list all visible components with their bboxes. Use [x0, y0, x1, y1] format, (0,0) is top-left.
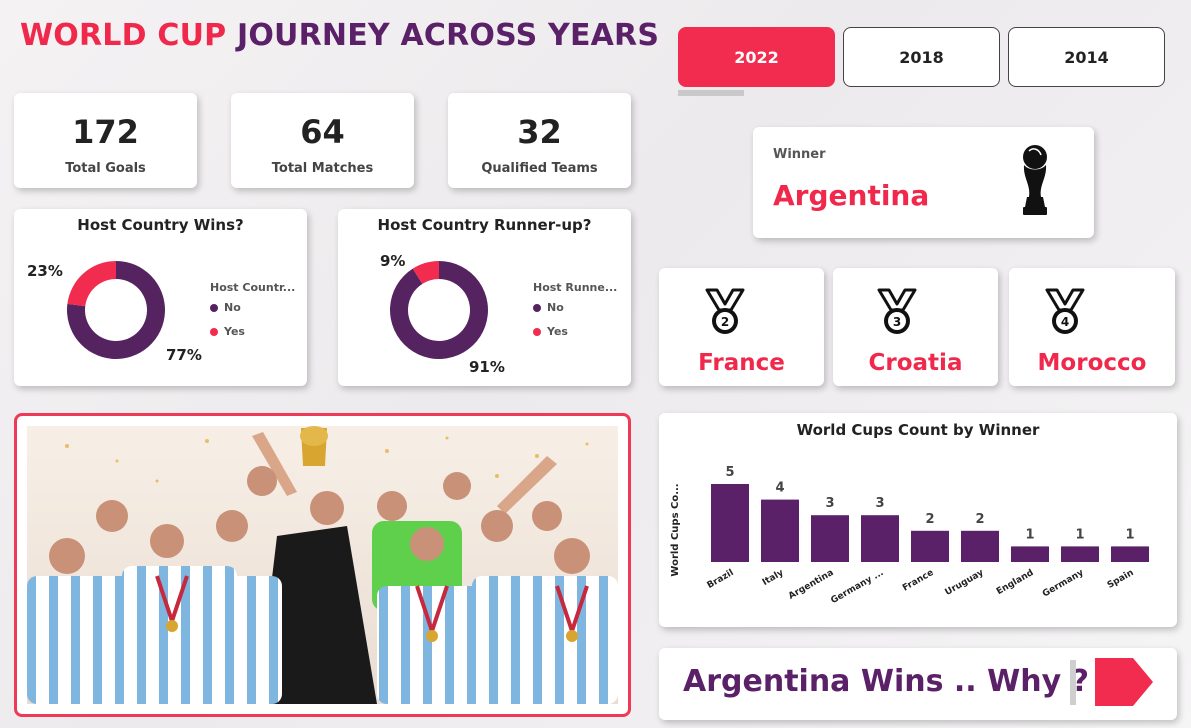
host-runnerup-yes-pct: 9% — [380, 252, 406, 270]
host-runnerup-card: Host Country Runner-up? 9% 91% Host Runn… — [338, 209, 631, 386]
bar-value-label: 4 — [775, 481, 784, 496]
medal-icon: 4 — [1045, 288, 1085, 334]
host-runnerup-title: Host Country Runner-up? — [377, 216, 592, 234]
runner-up-name: France — [698, 350, 785, 376]
page-title: WORLD CUP JOURNEY ACROSS YEARS — [20, 18, 659, 53]
bar-8[interactable] — [1111, 546, 1149, 562]
legend-item-yes[interactable]: Yes — [210, 325, 245, 338]
year-button-2014[interactable]: 2014 — [1008, 27, 1165, 87]
bar-value-label: 1 — [1075, 527, 1084, 542]
kpi-qualified-teams: 32 Qualified Teams — [448, 93, 631, 188]
title-part-2: JOURNEY ACROSS YEARS — [236, 18, 660, 53]
legend-label-no: No — [547, 301, 564, 314]
bar-value-label: 5 — [725, 465, 734, 480]
legend-label-no: No — [224, 301, 241, 314]
third-place-card: 3 Croatia — [833, 268, 998, 386]
medal-rank: 4 — [1061, 315, 1069, 329]
medal-rank: 3 — [893, 315, 901, 329]
host-runnerup-no-pct: 91% — [469, 358, 505, 376]
x-tick-label: Spain — [1106, 568, 1136, 591]
bar-value-label: 1 — [1025, 527, 1034, 542]
cta-text: Argentina Wins .. Why ? — [683, 664, 1089, 699]
kpi-label: Total Goals — [65, 161, 146, 176]
bar-value-label: 3 — [875, 496, 884, 511]
legend-item-no[interactable]: No — [533, 301, 564, 314]
bar-0[interactable] — [711, 484, 749, 562]
bar-5[interactable] — [961, 530, 999, 562]
third-place-name: Croatia — [868, 350, 963, 376]
host-wins-card: Host Country Wins? 23% 77% Host Countr..… — [14, 209, 307, 386]
legend-item-yes[interactable]: Yes — [533, 325, 568, 338]
bar-value-label: 1 — [1125, 527, 1134, 542]
x-tick-label: Germany — [1041, 568, 1086, 600]
runner-up-card: 2 France — [659, 268, 824, 386]
celebration-photo-illustration — [27, 426, 618, 704]
legend-item-no[interactable]: No — [210, 301, 241, 314]
title-part-1: WORLD CUP — [20, 18, 227, 53]
host-runnerup-no-slice[interactable] — [390, 261, 488, 359]
host-wins-yes-pct: 23% — [27, 262, 63, 280]
x-tick-label: Italy — [761, 568, 786, 588]
host-runnerup-legend-title: Host Runne... — [533, 281, 618, 294]
world-cups-bar-chart[interactable]: World Cups Co... 5 Brazil 4 Italy 3 Argentina… — [659, 443, 1177, 627]
x-tick-label: Argentina — [787, 568, 836, 602]
bar-2[interactable] — [811, 515, 849, 562]
arrow-right-icon[interactable] — [1095, 656, 1155, 708]
x-tick-label: England — [995, 568, 1036, 597]
kpi-label: Total Matches — [271, 161, 374, 176]
legend-label-yes: Yes — [224, 325, 245, 338]
host-wins-yes-slice[interactable] — [67, 261, 116, 307]
legend-label-yes: Yes — [547, 325, 568, 338]
host-wins-title: Host Country Wins? — [77, 216, 244, 234]
winner-card: Winner Argentina — [753, 127, 1094, 238]
kpi-label: Qualified Teams — [481, 161, 598, 176]
medal-icon: 2 — [705, 288, 745, 334]
bar-value-label: 3 — [825, 496, 834, 511]
winner-name: Argentina — [773, 179, 930, 212]
x-tick-label: Brazil — [706, 568, 736, 591]
world-cups-chart-card: World Cups Count by Winner World Cups Co… — [659, 413, 1177, 627]
argentina-wins-why-button[interactable]: Argentina Wins .. Why ? — [659, 648, 1177, 720]
kpi-value: 32 — [517, 113, 562, 151]
kpi-total-goals: 172 Total Goals — [14, 93, 197, 188]
legend-dot-no — [533, 303, 541, 312]
host-wins-donut[interactable] — [54, 249, 184, 369]
bar-3[interactable] — [861, 515, 899, 562]
host-wins-legend-title: Host Countr... — [210, 281, 296, 294]
fourth-place-name: Morocco — [1037, 350, 1147, 376]
host-wins-no-pct: 77% — [166, 346, 202, 364]
cta-divider — [1070, 660, 1076, 705]
legend-dot-yes — [210, 327, 218, 336]
year-scroll-indicator[interactable] — [678, 90, 744, 96]
medal-icon: 3 — [877, 288, 917, 334]
celebration-photo — [27, 426, 618, 704]
celebration-photo-frame — [14, 413, 631, 717]
legend-dot-yes — [533, 327, 541, 336]
x-tick-label: Germany ... — [829, 568, 885, 606]
chart-title: World Cups Count by Winner — [796, 421, 1040, 439]
winner-label: Winner — [773, 147, 826, 162]
trophy-icon — [1023, 145, 1047, 215]
bar-1[interactable] — [761, 499, 799, 562]
kpi-value: 64 — [300, 113, 345, 151]
kpi-total-matches: 64 Total Matches — [231, 93, 414, 188]
bar-value-label: 2 — [975, 512, 984, 527]
x-tick-label: France — [901, 568, 935, 594]
bar-4[interactable] — [911, 530, 949, 562]
year-button-2022[interactable]: 2022 — [678, 27, 835, 87]
legend-dot-no — [210, 303, 218, 312]
kpi-value: 172 — [72, 113, 139, 151]
chart-y-axis-label: World Cups Co... — [670, 483, 681, 576]
bar-7[interactable] — [1061, 546, 1099, 562]
bar-6[interactable] — [1011, 546, 1049, 562]
x-tick-label: Uruguay — [944, 568, 986, 598]
fourth-place-card: 4 Morocco — [1009, 268, 1175, 386]
year-button-2018[interactable]: 2018 — [843, 27, 1000, 87]
bar-value-label: 2 — [925, 512, 934, 527]
medal-rank: 2 — [721, 315, 729, 329]
